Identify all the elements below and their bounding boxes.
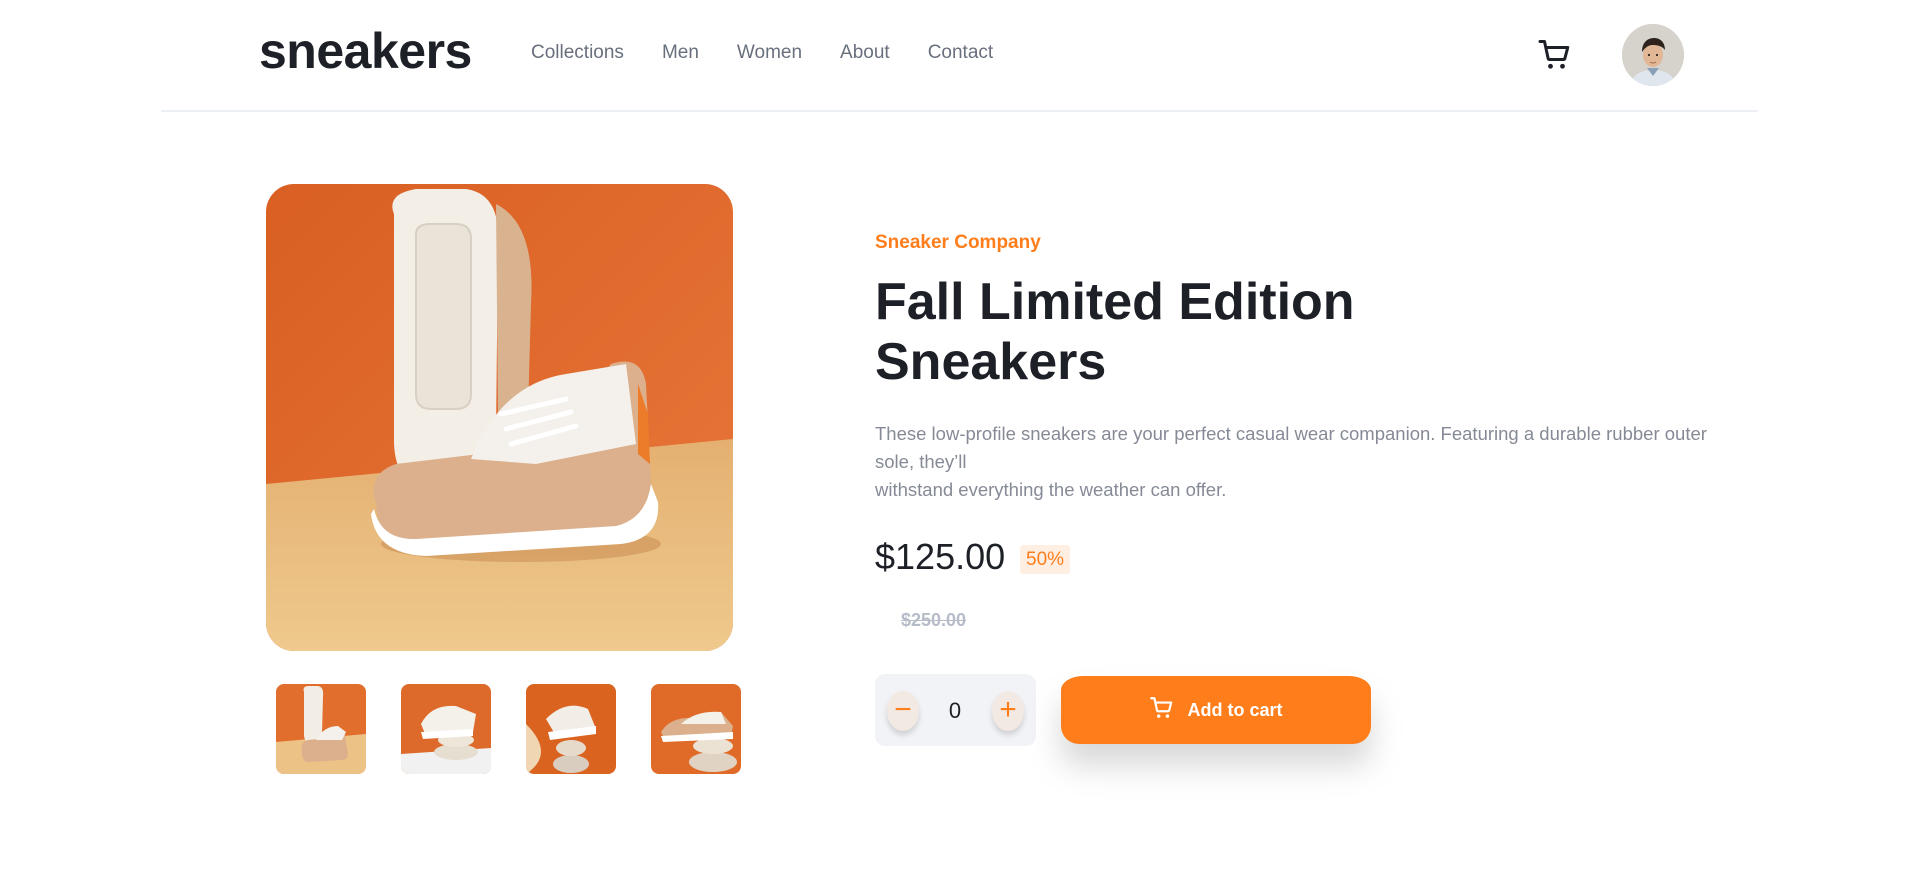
company-label: Sneaker Company — [875, 232, 1041, 253]
product-title: Fall Limited Edition Sneakers — [875, 272, 1395, 392]
nav-about[interactable]: About — [840, 42, 890, 64]
description-line-1: These low-profile sneakers are your perf… — [875, 423, 1707, 444]
current-price: $125.00 — [875, 536, 1006, 577]
thumbnail-strip — [276, 684, 741, 774]
increase-quantity-button[interactable]: + — [992, 691, 1024, 731]
avatar[interactable] — [1622, 24, 1684, 86]
cart-icon — [1149, 695, 1175, 726]
product-main-image[interactable] — [266, 184, 733, 651]
site-header: sneakers Collections Men Women About Con… — [161, 0, 1758, 112]
description-line-3: withstand everything the weather can off… — [875, 479, 1227, 500]
description-line-2: sole, they’ll — [875, 451, 967, 472]
cart-icon[interactable] — [1537, 37, 1573, 73]
quantity-stepper: − 0 + — [875, 674, 1036, 746]
discount-badge: 50% — [1020, 545, 1071, 574]
nav-contact[interactable]: Contact — [928, 42, 993, 64]
add-to-cart-button[interactable]: Add to cart — [1061, 676, 1371, 744]
product-description: These low-profile sneakers are your perf… — [875, 420, 1795, 504]
add-to-cart-label: Add to cart — [1187, 699, 1283, 720]
thumbnail-2[interactable] — [401, 684, 491, 774]
logo[interactable]: sneakers — [259, 22, 472, 80]
nav-women[interactable]: Women — [737, 42, 802, 64]
nav-men[interactable]: Men — [662, 42, 699, 64]
product-title-line-2: Sneakers — [875, 333, 1107, 391]
nav-collections[interactable]: Collections — [531, 42, 624, 64]
quantity-value: 0 — [948, 698, 962, 723]
product-title-line-1: Fall Limited Edition — [875, 273, 1355, 331]
thumbnail-3[interactable] — [526, 684, 616, 774]
thumbnail-1[interactable] — [276, 684, 366, 774]
original-price: $250.00 — [901, 610, 967, 630]
decrease-quantity-button[interactable]: − — [887, 691, 919, 731]
main-nav: Collections Men Women About Contact — [531, 42, 993, 64]
thumbnail-4[interactable] — [651, 684, 741, 774]
